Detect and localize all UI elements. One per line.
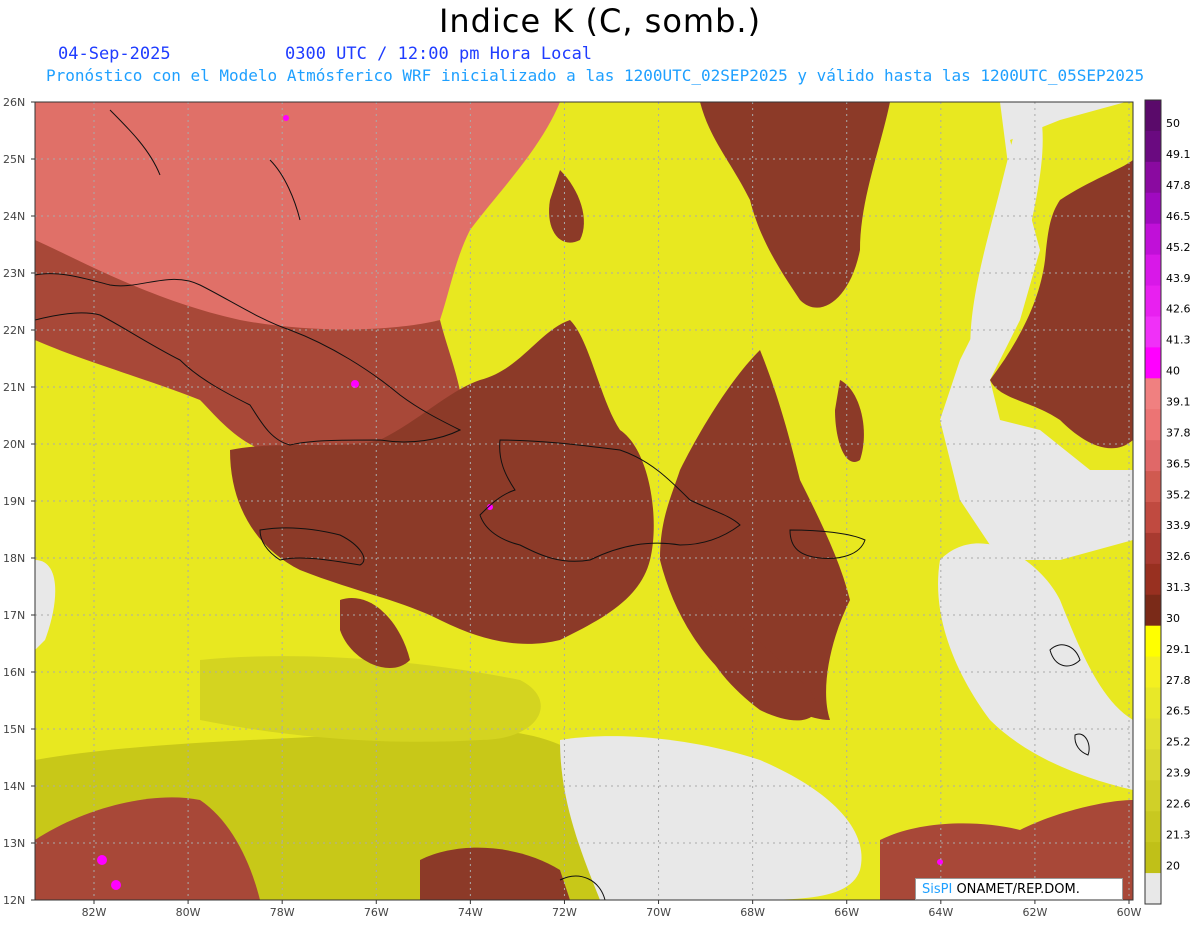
- colorbar-label: 22.6: [1166, 798, 1191, 811]
- colorbar-swatch: [1145, 873, 1161, 905]
- map-field: [35, 102, 1133, 900]
- lat-label: 26N: [3, 96, 25, 109]
- colorbar-label: 21.3: [1166, 828, 1191, 841]
- colorbar-label: 39.1: [1166, 396, 1191, 409]
- colorbar-swatch: [1145, 130, 1161, 163]
- lat-label: 23N: [3, 267, 25, 280]
- colorbar-label: 40: [1166, 365, 1180, 378]
- colorbar-swatch: [1145, 718, 1161, 750]
- colorbar-swatch: [1145, 532, 1161, 565]
- colorbar-swatch: [1145, 471, 1161, 503]
- colorbar-label: 47.8: [1166, 179, 1191, 192]
- colorbar-swatch: [1145, 161, 1161, 194]
- colorbar-swatch: [1145, 780, 1161, 812]
- credit-box: SisPI ONAMET/REP.DOM.: [915, 878, 1123, 900]
- magenta-spot: [937, 859, 943, 865]
- lat-label: 20N: [3, 438, 25, 451]
- latitude-labels: 26N 25N 24N 23N 22N 21N 20N 19N 18N 17N 16N 15N 14N 1…: [3, 96, 35, 907]
- colorbar-swatch: [1145, 347, 1161, 379]
- colorbar-label: 50: [1166, 117, 1180, 130]
- lon-label: 66W: [834, 906, 859, 919]
- lon-label: 80W: [176, 906, 201, 919]
- credit-org: ONAMET/REP.DOM.: [952, 882, 1080, 897]
- colorbar-swatch: [1145, 316, 1161, 348]
- colorbar-label: 25.2: [1166, 736, 1191, 749]
- colorbar-label: 29.1: [1166, 643, 1191, 656]
- lon-label: 72W: [552, 906, 577, 919]
- lat-label: 25N: [3, 153, 25, 166]
- colorbar-swatch: [1145, 440, 1161, 472]
- colorbar-label: 33.9: [1166, 519, 1191, 532]
- colorbar-swatch: [1145, 502, 1161, 534]
- colorbar-swatch: [1145, 378, 1161, 410]
- colorbar-label: 42.6: [1166, 303, 1191, 316]
- colorbar-swatch: [1145, 563, 1161, 596]
- colorbar-label: 35.2: [1166, 488, 1191, 501]
- lon-label: 64W: [928, 906, 953, 919]
- colorbar-swatch: [1145, 842, 1161, 874]
- colorbar-label: 23.9: [1166, 767, 1191, 780]
- lon-label: 78W: [270, 906, 295, 919]
- lat-label: 21N: [3, 381, 25, 394]
- colorbar-label: 49.1: [1166, 148, 1191, 161]
- lat-label: 18N: [3, 552, 25, 565]
- colorbar-label: 26.5: [1166, 705, 1191, 718]
- colorbar-label: 36.5: [1166, 457, 1191, 470]
- colorbar-label: 45.2: [1166, 241, 1191, 254]
- colorbar: 50 49.1 47.8 46.5 45.2 43.9 42.6 41.3 40 39.1 37.8…: [1144, 99, 1191, 905]
- map-canvas: 26N 25N 24N 23N 22N 21N 20N 19N 18N 17N 16N 15N 14N 1…: [3, 96, 1191, 919]
- colorbar-label: 20: [1166, 859, 1180, 872]
- lat-label: 16N: [3, 666, 25, 679]
- colorbar-label: 32.6: [1166, 550, 1191, 563]
- lon-label: 82W: [82, 906, 107, 919]
- lat-label: 24N: [3, 210, 25, 223]
- colorbar-swatch: [1145, 192, 1161, 225]
- colorbar-label: 41.3: [1166, 334, 1191, 347]
- lon-label: 76W: [364, 906, 389, 919]
- colorbar-swatch: [1145, 625, 1161, 658]
- lat-label: 14N: [3, 780, 25, 793]
- lat-label: 15N: [3, 723, 25, 736]
- colorbar-swatch: [1145, 811, 1161, 843]
- colorbar-swatch: [1145, 254, 1161, 287]
- longitude-labels: 82W 80W 78W 76W 74W 72W 70W 68W 66W 64W 62W 60W: [82, 900, 1142, 919]
- magenta-spot: [111, 880, 121, 890]
- lat-label: 17N: [3, 609, 25, 622]
- colorbar-swatch: [1145, 223, 1161, 256]
- lat-label: 12N: [3, 894, 25, 907]
- colorbar-label: 37.8: [1166, 426, 1191, 439]
- lat-label: 22N: [3, 324, 25, 337]
- lon-label: 62W: [1022, 906, 1047, 919]
- colorbar-label: 30: [1166, 612, 1180, 625]
- magenta-spot: [97, 855, 107, 865]
- colorbar-swatch: [1145, 285, 1161, 317]
- credit-brand: SisPI: [922, 882, 953, 897]
- colorbar-label: 31.3: [1166, 581, 1191, 594]
- magenta-spot: [283, 115, 289, 121]
- lat-label: 13N: [3, 837, 25, 850]
- colorbar-swatch: [1145, 687, 1161, 719]
- colorbar-label: 27.8: [1166, 674, 1191, 687]
- colorbar-swatch: [1145, 594, 1161, 627]
- colorbar-swatch: [1145, 100, 1161, 132]
- colorbar-swatch: [1145, 409, 1161, 441]
- colorbar-label: 43.9: [1166, 272, 1191, 285]
- lon-label: 60W: [1117, 906, 1142, 919]
- colorbar-swatch: [1145, 749, 1161, 781]
- lon-label: 74W: [458, 906, 483, 919]
- lon-label: 68W: [740, 906, 765, 919]
- lat-label: 19N: [3, 495, 25, 508]
- colorbar-label: 46.5: [1166, 210, 1191, 223]
- colorbar-swatch: [1145, 656, 1161, 689]
- lon-label: 70W: [646, 906, 671, 919]
